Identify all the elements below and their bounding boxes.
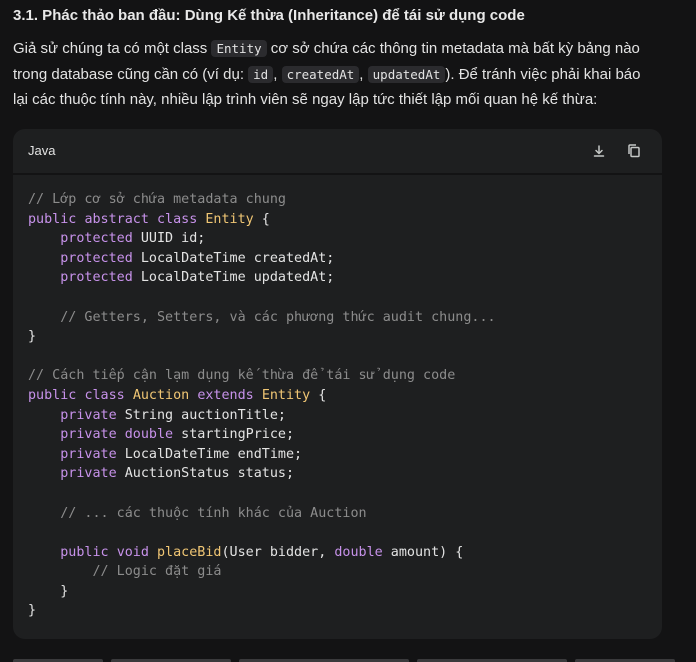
paragraph-text: trong database cũng cần có (ví dụ: [13, 65, 249, 83]
code-text: LocalDateTime createdAt; [132, 250, 335, 266]
code-class-name: Entity [261, 387, 311, 403]
code-line-1: // Lớp cơ sở chứa metadata chung [28, 190, 496, 210]
code-line-15: private AuctionStatus status; [28, 464, 496, 484]
code-comment: // Lớp cơ sở chứa metadata chung [28, 192, 286, 207]
section-heading: 3.1. Phác thảo ban đầu: Dùng Kế thừa (In… [13, 7, 525, 24]
code-text: } [28, 603, 37, 619]
code-class-name: Auction [132, 387, 190, 403]
code-comment: // Logic đặt giá [92, 564, 222, 580]
code-comment: // Getters, Setters, và các phương thức … [60, 309, 496, 325]
code-text: } [28, 329, 37, 345]
code-keyword: private [60, 466, 117, 482]
code-block-header: Java [13, 129, 662, 175]
code-line-4: protected LocalDateTime createdAt; [28, 249, 496, 269]
paragraph-line-1: Giả sử chúng ta có một class Entity cơ s… [13, 36, 688, 62]
code-text: String auctionTitle; [116, 407, 286, 423]
code-line-20: // Logic đặt giá [28, 562, 496, 582]
code-line-14: private LocalDateTime endTime; [28, 445, 496, 465]
code-keyword: abstract [84, 211, 149, 227]
code-line-22: } [28, 601, 496, 621]
code-keyword: void [116, 544, 149, 560]
inline-code-createdat: createdAt [281, 65, 360, 83]
code-block: Java // Lớp cơ sở chứa metadata chung pub… [13, 129, 662, 639]
inline-code-updatedat: updatedAt [367, 65, 446, 83]
code-text: { [253, 211, 270, 227]
code-keyword: extends [197, 387, 254, 403]
paragraph-text: , [359, 65, 368, 83]
paragraph-text: , [273, 65, 282, 83]
next-paragraph-cutoff [13, 652, 688, 662]
code-keyword: protected [60, 250, 133, 266]
paragraph-text: ). Để tránh việc phải khai báo [445, 65, 641, 83]
paragraph-line-2: trong database cũng cần có (ví dụ: id, c… [13, 62, 688, 88]
code-text: UUID id; [132, 231, 206, 247]
code-keyword: private [60, 407, 117, 423]
code-class-name: Entity [205, 211, 254, 227]
code-line-13: private double startingPrice; [28, 425, 496, 445]
code-text: (User bidder, [221, 544, 335, 560]
code-line-10: // Cách tiếp cận lạm dụng kế thừa để tái… [28, 366, 496, 386]
download-icon[interactable] [591, 143, 607, 159]
code-text: startingPrice; [173, 427, 295, 443]
code-line-7: // Getters, Setters, và các phương thức … [28, 308, 496, 328]
code-comment: // Cách tiếp cận lạm dụng kế thừa để tái… [28, 368, 456, 384]
code-line-12: private String auctionTitle; [28, 406, 496, 426]
code-text: { [310, 387, 327, 403]
code-keyword: class [157, 211, 198, 227]
paragraph-line-3: lại các thuộc tính này, nhiều lập trình … [13, 91, 598, 108]
code-line-2: public abstract class Entity { [28, 210, 496, 230]
code-text: LocalDateTime updatedAt; [132, 270, 335, 286]
code-line-8: } [28, 327, 496, 347]
code-keyword: public [28, 211, 77, 227]
paragraph-text: Giả sử chúng ta có một class [13, 40, 212, 57]
code-keyword: class [84, 387, 125, 403]
code-line-3: protected UUID id; [28, 229, 496, 249]
code-language-label: Java [28, 143, 56, 158]
code-line-17: // ... các thuộc tính khác của Auction [28, 504, 496, 524]
code-keyword: protected [60, 270, 133, 286]
code-keyword: public [28, 387, 77, 403]
code-line-11: public class Auction extends Entity { [28, 386, 496, 406]
code-line-5: protected LocalDateTime updatedAt; [28, 268, 496, 288]
code-content: // Lớp cơ sở chứa metadata chung public a… [28, 190, 496, 621]
code-keyword: private [60, 446, 117, 462]
code-text: AuctionStatus status; [116, 466, 295, 482]
inline-code-entity: Entity [211, 40, 267, 57]
code-line-21: } [28, 582, 496, 602]
code-text: } [60, 583, 69, 599]
code-comment: // ... các thuộc tính khác của Auction [60, 505, 367, 521]
code-keyword: protected [60, 231, 133, 247]
code-line-19: public void placeBid(User bidder, double… [28, 543, 496, 563]
code-keyword: double [124, 427, 174, 443]
inline-code-id: id [248, 65, 274, 83]
paragraph-text: cơ sở chứa các thông tin metadata mà bất… [266, 40, 640, 57]
code-keyword: double [334, 544, 383, 560]
copy-icon[interactable] [626, 143, 642, 159]
code-method-name: placeBid [157, 544, 222, 560]
code-text: amount) { [382, 544, 464, 560]
intro-paragraph: Giả sử chúng ta có một class Entity cơ s… [13, 36, 688, 113]
code-keyword: public [60, 544, 109, 560]
code-keyword: private [60, 427, 117, 443]
code-text: LocalDateTime endTime; [116, 446, 303, 462]
